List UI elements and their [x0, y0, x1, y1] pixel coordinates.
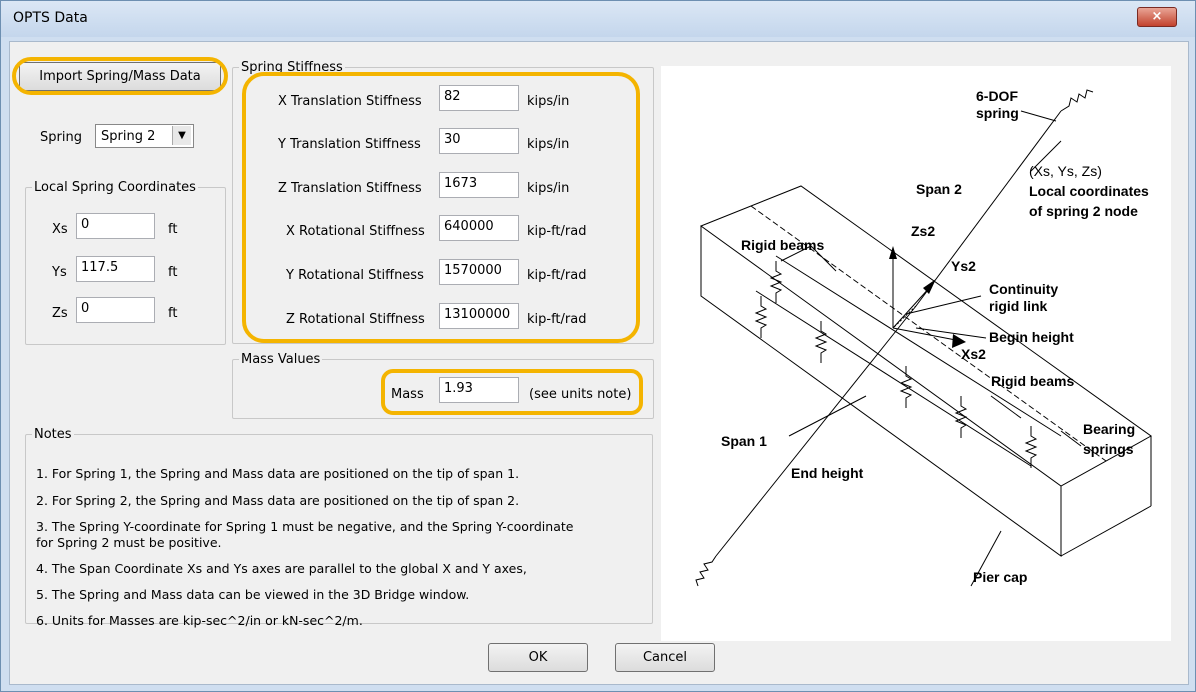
chevron-down-icon[interactable]: ▼: [172, 126, 191, 145]
y-rot-unit: kip-ft/rad: [527, 268, 587, 283]
zs-unit: ft: [168, 306, 178, 321]
z-rot-label: Z Rotational Stiffness: [286, 312, 425, 327]
dialog-window: OPTS Data × Import Spring/Mass Data Spri…: [0, 0, 1196, 692]
bearing-spring: [814, 321, 828, 363]
note-line: for Spring 2 must be positive.: [36, 535, 222, 550]
label-coords: (Xs, Ys, Zs): [1029, 163, 1102, 179]
label-span1: Span 1: [721, 433, 767, 449]
x-rot-label: X Rotational Stiffness: [286, 224, 425, 239]
close-button[interactable]: ×: [1137, 7, 1177, 27]
y-trans-field[interactable]: 30: [439, 128, 519, 154]
z-trans-label: Z Translation Stiffness: [278, 181, 422, 196]
label-rigid-link: rigid link: [989, 298, 1048, 314]
x-trans-label: X Translation Stiffness: [278, 94, 422, 109]
note-line: 1. For Spring 1, the Spring and Mass dat…: [36, 466, 520, 481]
label-end-height: End height: [791, 465, 864, 481]
label-xs2: Xs2: [961, 346, 986, 362]
z-rot-unit: kip-ft/rad: [527, 312, 587, 327]
x-trans-field[interactable]: 82: [439, 85, 519, 111]
label-span2: Span 2: [916, 181, 962, 197]
mass-units-note: (see units note): [529, 387, 632, 402]
notes-group: Notes 1. For Spring 1, the Spring and Ma…: [25, 427, 653, 628]
label-pier-cap: Pier cap: [973, 569, 1027, 585]
mass-field[interactable]: 1.93: [439, 377, 519, 403]
label-local2: of spring 2 node: [1029, 203, 1138, 219]
label-local1: Local coordinates: [1029, 183, 1149, 199]
z-rot-field[interactable]: 13100000: [439, 303, 519, 329]
label-rigid-beams-right: Rigid beams: [991, 373, 1074, 389]
label-6dof: 6-DOF: [976, 88, 1018, 104]
zs-label: Zs: [52, 306, 68, 321]
ys-field[interactable]: 117.5: [76, 256, 155, 282]
z-trans-field[interactable]: 1673: [439, 172, 519, 198]
end-spring: [695, 555, 717, 587]
y-trans-unit: kips/in: [527, 137, 570, 152]
spring-dropdown-value: Spring 2: [101, 129, 156, 144]
label-continuity: Continuity: [989, 281, 1058, 297]
note-line: 5. The Spring and Mass data can be viewe…: [36, 587, 470, 602]
x-rot-unit: kip-ft/rad: [527, 224, 587, 239]
mass-legend: Mass Values: [241, 352, 321, 367]
bridge-spring-diagram: 6-DOF spring (Xs, Ys, Zs) Local coordina…: [661, 66, 1171, 641]
leader: [1020, 110, 1057, 122]
xs-field[interactable]: 0: [76, 213, 155, 239]
y-rot-label: Y Rotational Stiffness: [286, 268, 424, 283]
xs-unit: ft: [168, 222, 178, 237]
label-zs2: Zs2: [911, 223, 935, 239]
label-ys2: Ys2: [951, 258, 976, 274]
import-highlight: [12, 57, 228, 95]
local-coords-legend: Local Spring Coordinates: [34, 180, 196, 195]
title-bar[interactable]: OPTS Data ×: [1, 1, 1195, 37]
label-begin-height: Begin height: [989, 329, 1074, 345]
zs-field[interactable]: 0: [76, 297, 155, 323]
note-line: 4. The Span Coordinate Xs and Ys axes ar…: [36, 561, 527, 576]
label-rigid-beams-top: Rigid beams: [741, 237, 824, 253]
bearing-spring: [754, 296, 768, 338]
spring-label: Spring: [40, 130, 82, 145]
y-rot-field[interactable]: 1570000: [439, 259, 519, 285]
notes-legend: Notes: [34, 427, 72, 442]
note-line: 6. Units for Masses are kip-sec^2/in or …: [36, 613, 363, 628]
label-spring: spring: [976, 105, 1019, 121]
span-1-member: [715, 305, 917, 557]
cancel-button[interactable]: Cancel: [615, 643, 715, 672]
pier-cap-right-edge: [1060, 505, 1152, 557]
note-line: 3. The Spring Y-coordinate for Spring 1 …: [36, 519, 574, 534]
window-title: OPTS Data: [13, 10, 88, 26]
ok-button[interactable]: OK: [488, 643, 588, 672]
mass-label: Mass: [391, 387, 424, 402]
leader: [788, 395, 867, 437]
z-trans-unit: kips/in: [527, 181, 570, 196]
x-trans-unit: kips/in: [527, 94, 570, 109]
spring-dropdown[interactable]: Spring 2 ▼: [95, 124, 194, 148]
ys-unit: ft: [168, 265, 178, 280]
ys-label: Ys: [52, 265, 67, 280]
label-bearing: Bearing: [1083, 421, 1135, 437]
xs-label: Xs: [52, 222, 68, 237]
label-springs: springs: [1083, 441, 1134, 457]
x-rot-field[interactable]: 640000: [439, 215, 519, 241]
y-trans-label: Y Translation Stiffness: [278, 137, 421, 152]
dof-spring: [1060, 89, 1094, 112]
note-line: 2. For Spring 2, the Spring and Mass dat…: [36, 493, 520, 508]
